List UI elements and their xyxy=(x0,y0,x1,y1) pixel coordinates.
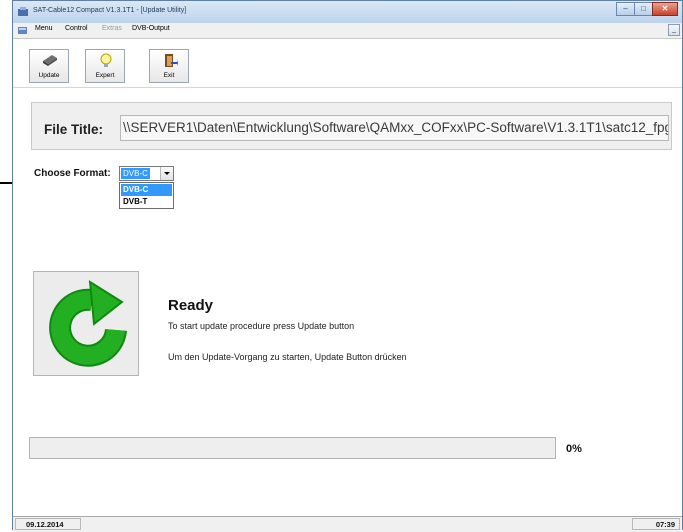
title-bar[interactable]: SAT-Cable12 Compact V1.3.1T1 - [Update U… xyxy=(13,1,682,23)
format-selected-value: DVB-C xyxy=(121,168,150,179)
status-message-en: To start update procedure press Update b… xyxy=(168,321,355,331)
update-progress-bar xyxy=(29,437,556,459)
toolbar-separator xyxy=(13,87,682,88)
chevron-down-icon[interactable] xyxy=(160,167,173,180)
refresh-arrow-icon xyxy=(49,280,127,367)
lightbulb-icon xyxy=(100,53,112,67)
file-title-panel: File Title: \\SERVER1\Daten\Entwicklung\… xyxy=(31,102,672,150)
exit-button-label: Exit xyxy=(163,72,175,79)
status-date: 09.12.2014 xyxy=(15,518,81,530)
expert-toolbar-button[interactable]: Expert xyxy=(85,49,125,83)
status-icon-panel xyxy=(33,271,139,376)
file-title-label: File Title: xyxy=(44,122,104,137)
format-option-dvb-t[interactable]: DVB-T xyxy=(121,196,172,208)
file-title-field[interactable]: \\SERVER1\Daten\Entwicklung\Software\QAM… xyxy=(120,115,669,141)
window-title: SAT-Cable12 Compact V1.3.1T1 - [Update U… xyxy=(33,7,187,14)
app-window: SAT-Cable12 Compact V1.3.1T1 - [Update U… xyxy=(12,0,683,532)
update-toolbar-button[interactable]: Update xyxy=(29,49,69,83)
menu-item-control[interactable]: Control xyxy=(65,25,88,32)
update-button-label: Update xyxy=(38,72,60,79)
progress-percent: 0% xyxy=(566,443,582,455)
expert-button-label: Expert xyxy=(95,72,115,79)
status-time: 07:39 xyxy=(632,518,680,530)
menu-item-menu[interactable]: Menu xyxy=(35,25,53,32)
format-dropdown-list: DVB-C DVB-T xyxy=(119,182,174,209)
format-select[interactable]: DVB-C xyxy=(119,166,174,181)
chip-icon xyxy=(43,55,57,66)
client-area: Update Expert Exit File Title: \\SERVER1… xyxy=(13,39,682,532)
mdi-restore-button[interactable]: _ xyxy=(668,24,680,36)
exit-toolbar-button[interactable]: Exit xyxy=(149,49,189,83)
status-message-de: Um den Update-Vorgang zu starten, Update… xyxy=(168,352,407,362)
menu-item-dvb-output[interactable]: DVB-Output xyxy=(132,25,170,32)
minimize-button[interactable]: – xyxy=(616,2,635,16)
maximize-button[interactable]: □ xyxy=(634,2,653,16)
close-button[interactable]: ✕ xyxy=(652,2,678,16)
format-option-dvb-c[interactable]: DVB-C xyxy=(121,184,172,196)
status-title: Ready xyxy=(168,297,214,314)
menu-bar: Menu Control Extras DVB-Output _ xyxy=(13,23,682,39)
app-icon xyxy=(18,7,28,16)
exit-door-icon xyxy=(165,54,178,67)
choose-format-label: Choose Format: xyxy=(34,168,111,179)
mdi-child-icon xyxy=(18,27,27,34)
menu-item-extras[interactable]: Extras xyxy=(102,25,122,32)
